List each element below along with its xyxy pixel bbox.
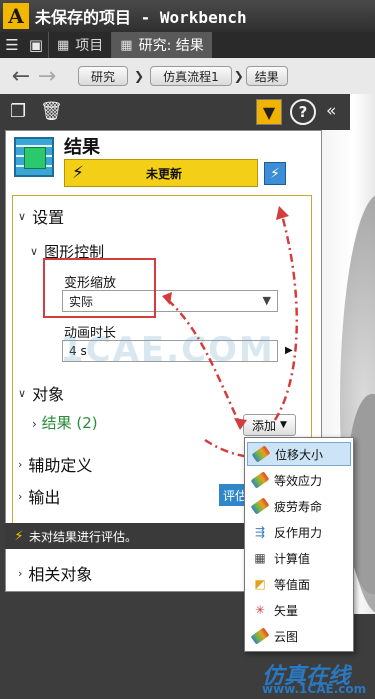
filter-icon[interactable]: ▼ [256,99,282,125]
help-icon[interactable]: ? [290,99,316,125]
menu-item-calculated-value[interactable]: ▦ 计算值 [247,546,351,570]
animation-duration-value: 4 s [69,344,87,358]
menu-item-isosurface[interactable]: ◩ 等值面 [247,572,351,596]
menu-item-fatigue[interactable]: 疲劳寿命 [247,494,351,518]
navigation-bar: ← → 研究 ❯ 仿真流程1 ❯ 结果 [0,58,375,94]
chevron-down-icon: ∨ [18,209,27,223]
notice-text: 未对结果进行评估。 [29,529,138,544]
menu-item-label: 反作用力 [274,525,323,540]
delete-icon[interactable]: 🗑 [40,101,63,122]
calculator-icon: ▦ [254,551,266,565]
results-cube-icon [14,137,54,177]
app-logo: A [3,3,29,29]
menu-item-stress[interactable]: 等效应力 [247,468,351,492]
window-title: 未保存的项目 - Workbench [35,8,247,27]
tab-project-label: 项目 [75,38,104,54]
reaction-force-icon: ⇶ [254,525,266,539]
add-button-label: 添加 [252,418,277,433]
lightning-icon: ⚡ [14,528,24,544]
collapse-icon[interactable]: « [326,101,336,121]
results-link[interactable]: › 结果 (2) [32,412,98,433]
breadcrumb-results[interactable]: 结果 [245,66,288,86]
section-related-label: 相关对象 [28,565,93,584]
tab-bar: ☰ ▣ ▦ 项目 ▦ 研究: 结果 [0,32,375,58]
menu-item-label: 计算值 [274,551,311,566]
dropdown-caret-icon: ▼ [262,294,271,307]
section-output[interactable]: › 输出 [18,484,60,508]
forward-arrow-icon[interactable]: → [34,64,60,89]
chevron-right-icon: › [18,457,23,471]
tab-study-results[interactable]: ▦ 研究: 结果 [111,32,212,58]
results-link-label: 结果 (2) [41,414,98,432]
panel-title: 结果 [64,137,100,158]
section-output-label: 输出 [28,488,61,507]
chevron-right-icon: › [18,489,23,503]
breadcrumb-separator-icon: ❯ [134,69,145,83]
section-objects[interactable]: ∨ 对象 [18,381,64,405]
tab-project[interactable]: ▦ 项目 [48,32,111,58]
animation-duration-field[interactable]: 4 s [62,340,278,362]
menu-item-contour[interactable]: 云图 [247,624,351,648]
section-aux-label: 辅助定义 [28,456,93,475]
chevron-down-icon: ∨ [18,386,27,400]
section-related[interactable]: › 相关对象 [18,561,92,585]
annotation-highlight-box [43,258,156,318]
chevron-right-icon: › [32,417,37,431]
status-text: 未更新 [145,166,182,181]
breadcrumb-study[interactable]: 研究 [78,66,129,86]
menu-item-reaction-force[interactable]: ⇶ 反作用力 [247,520,351,544]
panel-header: 结果 ⚡ 未更新 ⚡ [6,131,321,191]
section-objects-label: 对象 [32,385,65,404]
status-badge: ⚡ 未更新 [64,159,258,187]
menu-item-label: 矢量 [274,603,299,618]
menu-item-label: 位移大小 [275,447,324,462]
fatigue-icon [250,497,270,515]
menu-item-label: 等效应力 [274,473,323,488]
section-aux[interactable]: › 辅助定义 [18,452,92,476]
lightning-icon: ⚡ [72,163,84,183]
title-bar: A 未保存的项目 - Workbench [0,0,375,32]
watermark-url: www.1CAE.com [262,682,367,696]
breadcrumb-separator-icon: ❯ [233,69,244,83]
save-icon[interactable]: ▣ [24,32,48,58]
section-settings-label: 设置 [32,208,65,227]
chevron-right-icon: › [18,566,23,580]
menu-item-label: 等值面 [274,577,311,592]
animation-duration-label: 动画时长 [64,326,117,341]
vector-icon: ✳ [254,603,266,617]
displacement-icon [251,445,271,463]
section-settings[interactable]: ∨ 设置 [18,204,64,228]
project-grid-icon: ▦ [57,37,70,53]
add-result-menu: 位移大小 等效应力 疲劳寿命 ⇶ 反作用力 ▦ 计算值 ◩ 等值面 ✳ 矢量 云… [244,437,354,652]
spinner-arrow-icon[interactable]: ▶ [285,345,293,356]
study-grid-icon: ▦ [120,37,133,53]
tab-study-results-label: 研究: 结果 [138,38,204,54]
contour-icon [250,627,270,645]
evaluate-button[interactable]: 评估 [219,484,247,506]
stress-icon [250,471,270,489]
menu-item-label: 疲劳寿命 [274,499,323,514]
menu-item-vector[interactable]: ✳ 矢量 [247,598,351,622]
dropdown-caret-icon: ▼ [280,420,287,430]
back-arrow-icon[interactable]: ← [8,64,34,89]
isosurface-icon: ◩ [254,577,266,591]
menu-item-displacement[interactable]: 位移大小 [247,442,351,466]
copy-icon[interactable]: ❐ [10,101,26,122]
chevron-down-icon: ∨ [30,245,39,258]
menu-item-label: 云图 [274,629,299,644]
breadcrumb-flow[interactable]: 仿真流程1 [150,66,232,86]
panel-toolbar: ❐ 🗑 ▼ ? « [0,94,350,130]
update-lightning-button[interactable]: ⚡ [264,162,286,185]
add-button[interactable]: 添加 ▼ [243,414,296,436]
menu-list-icon[interactable]: ☰ [0,32,24,58]
